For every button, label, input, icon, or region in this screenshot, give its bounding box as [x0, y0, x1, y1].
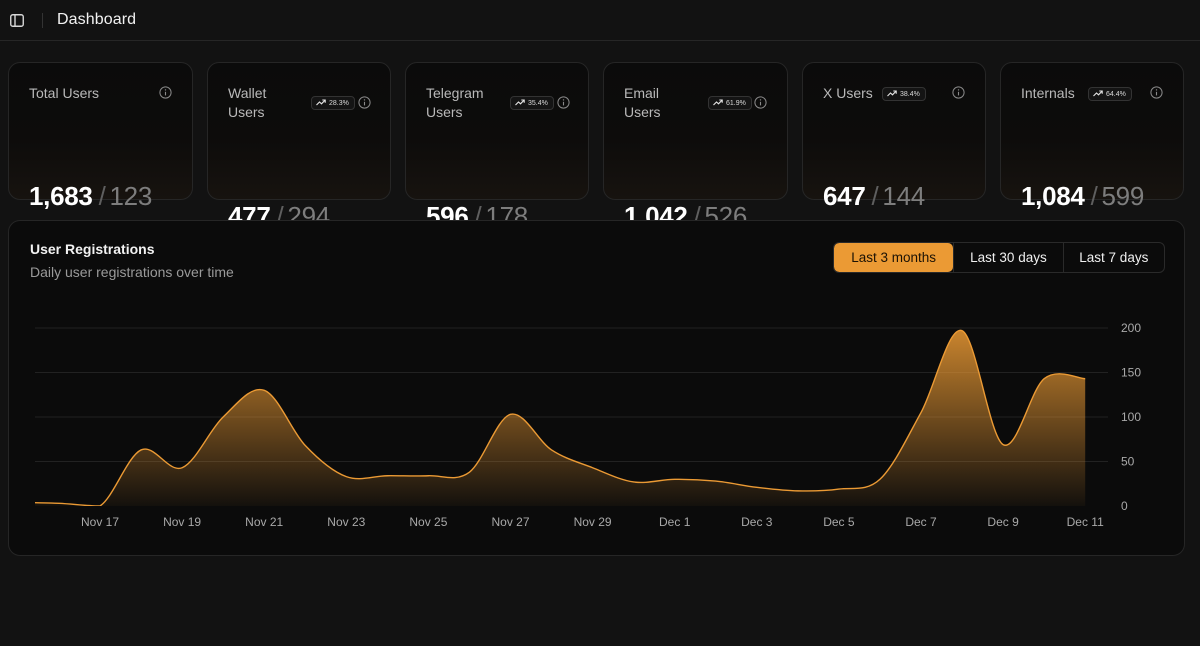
- x-tick-label: Nov 23: [327, 515, 365, 529]
- stat-value: 1,084/599: [1021, 181, 1144, 212]
- trend-percent: 35.4%: [528, 99, 548, 107]
- x-tick-label: Nov 21: [245, 515, 283, 529]
- x-tick-label: Dec 5: [823, 515, 855, 529]
- y-tick-label: 200: [1121, 321, 1141, 335]
- x-tick-label: Dec 7: [905, 515, 937, 529]
- trend-badge: 64.4%: [1088, 87, 1132, 101]
- stat-card-email-users: Email Users 61.9% 1,042/526: [603, 62, 788, 231]
- stat-separator: /: [1090, 181, 1098, 211]
- page-title: Dashboard: [57, 11, 137, 28]
- info-icon[interactable]: [557, 96, 570, 109]
- stat-title: Telegram Users: [426, 85, 484, 120]
- stat-separator: /: [871, 181, 879, 211]
- x-tick-label: Dec 3: [741, 515, 773, 529]
- info-icon[interactable]: [159, 86, 172, 99]
- stat-card-total-users: Total Users 1,683/123: [8, 62, 193, 211]
- stat-main-value: 1,084: [1021, 181, 1085, 211]
- y-tick-label: 50: [1121, 455, 1135, 469]
- trend-up-icon: [316, 98, 326, 108]
- info-icon[interactable]: [358, 96, 371, 109]
- stat-card-wallet-users: Wallet Users 28.3% 477/294: [207, 62, 391, 231]
- x-tick-label: Dec 9: [987, 515, 1019, 529]
- trend-percent: 28.3%: [329, 99, 349, 107]
- stat-title: Total Users: [29, 85, 100, 101]
- stat-title: Wallet Users: [228, 85, 267, 120]
- stat-secondary-value: 144: [882, 181, 925, 211]
- x-tick-label: Nov 25: [409, 515, 447, 529]
- y-tick-label: 150: [1121, 366, 1141, 380]
- y-tick-label: 0: [1121, 499, 1128, 513]
- stat-separator: /: [98, 181, 106, 211]
- trend-up-icon: [713, 98, 723, 108]
- x-tick-label: Nov 27: [491, 515, 529, 529]
- header-divider: [42, 13, 43, 28]
- info-icon[interactable]: [952, 86, 965, 99]
- trend-up-icon: [887, 89, 897, 99]
- x-tick-label: Dec 11: [1067, 515, 1104, 529]
- x-tick-label: Dec 1: [659, 515, 691, 529]
- series-group: [35, 329, 1086, 506]
- top-bar: Dashboard: [0, 0, 1200, 41]
- y-tick-label: 100: [1121, 410, 1141, 424]
- x-tick-label: Nov 17: [81, 515, 119, 529]
- stat-value: 647/144: [823, 181, 925, 212]
- stat-title: Email Users: [624, 85, 661, 120]
- trend-badge: 35.4%: [510, 96, 554, 110]
- x-tick-label: Nov 29: [574, 515, 612, 529]
- trend-badge: 38.4%: [882, 87, 926, 101]
- stat-main-value: 647: [823, 181, 866, 211]
- stat-secondary-value: 599: [1101, 181, 1145, 211]
- series-area: [35, 330, 1086, 506]
- info-icon[interactable]: [1150, 86, 1163, 99]
- x-tick-label: Nov 19: [163, 515, 201, 529]
- stat-card-telegram-users: Telegram Users 35.4% 596/178: [405, 62, 589, 231]
- trend-up-icon: [515, 98, 525, 108]
- user-registrations-panel: User Registrations Daily user registrati…: [8, 220, 1185, 556]
- trend-badge: 61.9%: [708, 96, 752, 110]
- trend-percent: 64.4%: [1106, 90, 1126, 98]
- stat-main-value: 1,683: [29, 181, 93, 211]
- stat-value: 1,683/123: [29, 181, 152, 212]
- trend-up-icon: [1093, 89, 1103, 99]
- trend-percent: 61.9%: [726, 99, 746, 107]
- info-icon[interactable]: [754, 96, 767, 109]
- sidebar-toggle-icon[interactable]: [9, 12, 25, 28]
- trend-badge: 28.3%: [311, 96, 355, 110]
- trend-percent: 38.4%: [900, 90, 920, 98]
- registrations-area-chart: 0 50 100 150 200 Nov 17 Nov 19 Nov 21 Nov 23 Nov …: [35, 321, 1141, 529]
- stat-title: Internals: [1021, 85, 1075, 101]
- stat-card-x-users: X Users 38.4% 647/144: [802, 62, 986, 211]
- stat-secondary-value: 123: [109, 181, 153, 211]
- stat-card-internals: Internals 64.4% 1,084/599: [1000, 62, 1184, 211]
